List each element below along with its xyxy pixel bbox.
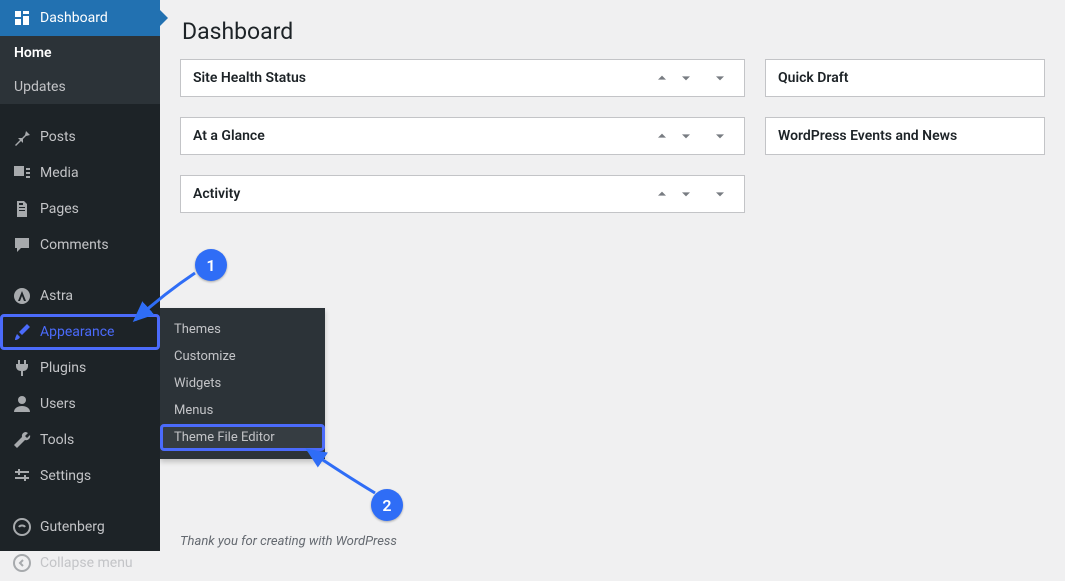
toggle-panel-button[interactable]	[708, 186, 732, 202]
flyout-item-themes[interactable]: Themes	[160, 316, 325, 343]
metabox-title: Activity	[193, 186, 650, 202]
footer-credit: Thank you for creating with WordPress	[180, 534, 397, 549]
sidebar-item-posts[interactable]: Posts	[0, 119, 160, 155]
flyout-item-menus[interactable]: Menus	[160, 397, 325, 424]
toggle-panel-button[interactable]	[708, 128, 732, 144]
sidebar-item-gutenberg[interactable]: Gutenberg	[0, 509, 160, 545]
metabox-title: Site Health Status	[193, 70, 650, 86]
sidebar-item-tools[interactable]: Tools	[0, 422, 160, 458]
sidebar-item-users[interactable]: Users	[0, 386, 160, 422]
metabox-site-health: Site Health Status	[180, 59, 745, 97]
sidebar-item-plugins[interactable]: Plugins	[0, 350, 160, 386]
flyout-item-customize[interactable]: Customize	[160, 343, 325, 370]
annotation-badge-2: 2	[371, 489, 403, 521]
flyout-item-theme-file-editor[interactable]: Theme File Editor	[160, 424, 325, 451]
page-title: Dashboard	[182, 18, 1045, 45]
sidebar-label: Dashboard	[40, 9, 108, 27]
sidebar-item-appearance[interactable]: Appearance	[0, 314, 160, 350]
sidebar-sub-label: Home	[14, 44, 52, 62]
sidebar-label: Settings	[40, 467, 91, 485]
move-down-button[interactable]	[674, 186, 698, 202]
menu-separator	[0, 494, 160, 509]
sidebar-item-settings[interactable]: Settings	[0, 458, 160, 494]
admin-sidebar: Dashboard Home Updates Posts Media Pages…	[0, 0, 160, 551]
sidebar-label: Collapse menu	[40, 554, 133, 572]
user-icon	[12, 394, 32, 414]
metabox-at-a-glance: At a Glance	[180, 117, 745, 155]
appearance-flyout-menu: Themes Customize Widgets Menus Theme Fil…	[160, 308, 325, 459]
brush-icon	[12, 322, 32, 342]
sidebar-label: Astra	[40, 287, 73, 305]
move-up-button[interactable]	[650, 70, 674, 86]
sidebar-label: Media	[40, 164, 79, 182]
sidebar-item-astra[interactable]: Astra	[0, 278, 160, 314]
metabox-activity: Activity	[180, 175, 745, 213]
sidebar-subitem-updates[interactable]: Updates	[0, 70, 160, 104]
sidebar-subitem-home[interactable]: Home	[0, 36, 160, 70]
sidebar-label: Appearance	[40, 323, 114, 341]
sidebar-label: Comments	[40, 236, 109, 254]
metabox-quick-draft: Quick Draft	[765, 59, 1045, 97]
sidebar-label: Pages	[40, 200, 79, 218]
metabox-title: WordPress Events and News	[778, 128, 1032, 144]
plug-icon	[12, 358, 32, 378]
sidebar-label: Users	[40, 395, 76, 413]
pushpin-icon	[12, 127, 32, 147]
content-area: Dashboard Site Health Status At a Glance	[160, 0, 1065, 551]
sidebar-label: Plugins	[40, 359, 86, 377]
dashboard-icon	[12, 8, 32, 28]
sidebar-item-comments[interactable]: Comments	[0, 227, 160, 263]
sidebar-sub-label: Updates	[14, 78, 66, 96]
flyout-item-widgets[interactable]: Widgets	[160, 370, 325, 397]
menu-separator	[0, 263, 160, 278]
sidebar-item-pages[interactable]: Pages	[0, 191, 160, 227]
menu-separator	[0, 104, 160, 119]
sliders-icon	[12, 466, 32, 486]
toggle-panel-button[interactable]	[708, 70, 732, 86]
collapse-icon	[12, 553, 32, 573]
media-icon	[12, 163, 32, 183]
page-icon	[12, 199, 32, 219]
metabox-title: Quick Draft	[778, 70, 1032, 86]
sidebar-label: Tools	[40, 431, 74, 449]
sidebar-label: Gutenberg	[40, 518, 105, 536]
comments-icon	[12, 235, 32, 255]
sidebar-label: Posts	[40, 128, 76, 146]
active-menu-pointer	[160, 10, 168, 26]
move-down-button[interactable]	[674, 70, 698, 86]
wrench-icon	[12, 430, 32, 450]
metabox-wp-events: WordPress Events and News	[765, 117, 1045, 155]
move-down-button[interactable]	[674, 128, 698, 144]
move-up-button[interactable]	[650, 128, 674, 144]
astra-icon	[12, 286, 32, 306]
sidebar-item-dashboard[interactable]: Dashboard	[0, 0, 160, 36]
sidebar-item-media[interactable]: Media	[0, 155, 160, 191]
metabox-title: At a Glance	[193, 128, 650, 144]
annotation-badge-1: 1	[195, 249, 227, 281]
move-up-button[interactable]	[650, 186, 674, 202]
gutenberg-icon	[12, 517, 32, 537]
